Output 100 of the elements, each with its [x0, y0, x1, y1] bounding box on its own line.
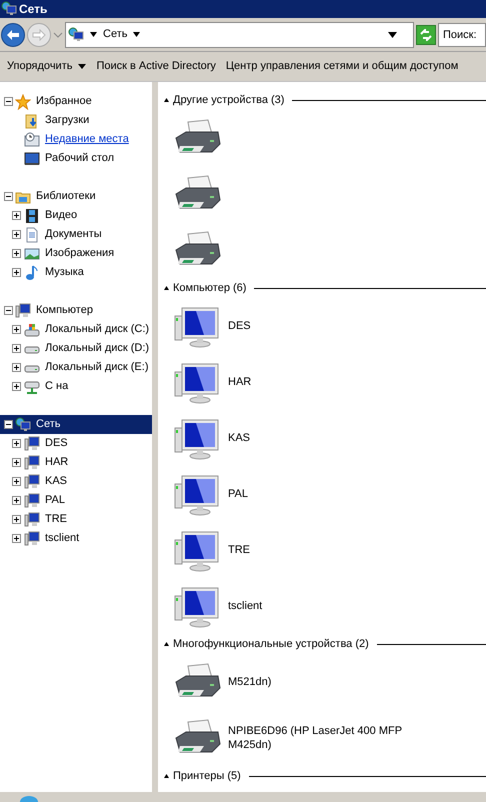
expand-icon[interactable]	[12, 458, 21, 467]
network-device[interactable]: tsclient	[164, 578, 486, 634]
collapse-icon[interactable]	[164, 642, 169, 646]
expand-icon[interactable]	[12, 230, 21, 239]
group-header[interactable]: Многофункциональные устройства (2)	[164, 634, 486, 654]
device-name: M521dn)	[228, 675, 272, 689]
computer-icon	[24, 454, 40, 470]
window-title: Сеть	[19, 1, 48, 18]
desktop-icon	[24, 150, 40, 166]
tree-item[interactable]: Музыка	[4, 263, 152, 282]
group-title: Другие устройства (3)	[173, 92, 284, 108]
caret-icon	[78, 64, 86, 69]
device-name: KAS	[228, 431, 252, 445]
network-icon	[20, 796, 38, 802]
network-device[interactable]: TRE	[164, 522, 486, 578]
collapse-icon[interactable]	[164, 98, 169, 102]
tree-item[interactable]: Локальный диск (C:)	[4, 320, 152, 339]
expand-icon[interactable]	[12, 211, 21, 220]
group-header[interactable]: Принтеры (5)	[164, 766, 486, 786]
search-field[interactable]: Поиск:	[438, 22, 486, 46]
tree-item[interactable]: tsclient	[4, 529, 152, 548]
tree-item[interactable]: Избранное	[0, 92, 152, 111]
refresh-icon	[419, 28, 433, 40]
collapse-icon[interactable]	[4, 192, 13, 201]
device-name: PAL	[228, 487, 249, 501]
collapse-icon[interactable]	[4, 97, 13, 106]
network-drive-icon	[24, 378, 40, 394]
back-button[interactable]	[1, 22, 25, 46]
expand-icon[interactable]	[12, 439, 21, 448]
group-header[interactable]: Компьютер (6)	[164, 278, 486, 298]
toolbar-button[interactable]: Поиск в Active Directory	[91, 54, 221, 78]
document-icon	[24, 226, 40, 242]
network-device[interactable]: NPIBE6D96 (HP LaserJet 400 MFP M425dn)	[164, 710, 486, 766]
expand-icon[interactable]	[12, 477, 21, 486]
device-name: NPIBE6D96 (HP LaserJet 400 MFP M425dn)	[228, 724, 403, 752]
tree-item[interactable]: Рабочий стол	[4, 149, 152, 168]
caret-icon	[133, 32, 140, 37]
tree-item[interactable]: TRE	[4, 510, 152, 529]
computer-icon	[24, 436, 40, 452]
expand-icon[interactable]	[12, 344, 21, 353]
device-name: TRE	[228, 543, 251, 557]
expand-icon[interactable]	[12, 515, 21, 524]
tree-item[interactable]: Изображения	[4, 244, 152, 263]
group-title: Принтеры (5)	[173, 768, 241, 784]
tree-item[interactable]: Локальный диск (E:)	[4, 358, 152, 377]
tree-item[interactable]: PAL	[4, 491, 152, 510]
collapse-icon[interactable]	[164, 286, 169, 290]
computer-icon	[15, 302, 31, 318]
dropdown-arrow-icon[interactable]	[388, 32, 397, 38]
tree-item[interactable]: Сеть	[0, 415, 152, 434]
device-name: DES	[228, 319, 252, 333]
tree-item[interactable]: Компьютер	[0, 301, 152, 320]
collapse-icon[interactable]	[164, 774, 169, 778]
network-icon	[1, 1, 17, 17]
network-device[interactable]: PAL	[164, 466, 486, 522]
star-icon	[15, 94, 31, 110]
caret-icon	[90, 32, 97, 37]
expand-icon[interactable]	[12, 382, 21, 391]
address-field[interactable]: Сеть	[65, 22, 414, 48]
tree-item[interactable]: HAR	[4, 453, 152, 472]
tree-item[interactable]: Библиотеки	[0, 187, 152, 206]
network-icon	[15, 416, 31, 432]
music-note-icon	[24, 264, 40, 280]
tree-item[interactable]: Загрузки	[4, 111, 152, 130]
computer-icon	[24, 492, 40, 508]
image-icon	[24, 246, 40, 262]
expand-icon[interactable]	[12, 534, 21, 543]
expand-icon[interactable]	[12, 496, 21, 505]
network-device[interactable]: KAS	[164, 410, 486, 466]
computer-icon	[24, 474, 40, 490]
tree-item[interactable]: KAS	[4, 472, 152, 491]
back-arrow-icon	[6, 28, 20, 40]
tree-item[interactable]: Видео	[4, 206, 152, 225]
network-icon	[68, 26, 84, 42]
computer-icon	[24, 530, 40, 546]
address-path: Сеть	[103, 27, 128, 42]
tree-item[interactable]: Документы	[4, 225, 152, 244]
tree-item[interactable]: С на	[4, 377, 152, 396]
collapse-icon[interactable]	[4, 420, 13, 429]
expand-icon[interactable]	[12, 325, 21, 334]
tree-item[interactable]: Локальный диск (D:)	[4, 339, 152, 358]
network-device[interactable]: HAR	[164, 354, 486, 410]
device-name: HAR	[228, 375, 252, 389]
toolbar-button[interactable]: Упорядочить	[2, 54, 92, 78]
tree-item[interactable]: DES	[4, 434, 152, 453]
group-title: Компьютер (6)	[173, 280, 246, 296]
device-name: tsclient	[228, 599, 264, 613]
expand-icon[interactable]	[12, 363, 21, 372]
group-title: Многофункциональные устройства (2)	[173, 636, 369, 652]
collapse-icon[interactable]	[4, 306, 13, 315]
toolbar-button[interactable]: Центр управления сетями и общим доступом	[220, 54, 464, 78]
tree-item[interactable]: Недавние места	[4, 130, 152, 149]
network-device[interactable]: M521dn)	[164, 654, 486, 710]
computer-icon	[24, 512, 40, 528]
network-device[interactable]: DES	[164, 298, 486, 354]
group-header[interactable]: Другие устройства (3)	[164, 90, 486, 110]
refresh-button[interactable]	[416, 24, 436, 44]
expand-icon[interactable]	[12, 249, 21, 258]
expand-icon[interactable]	[12, 268, 21, 277]
film-icon	[24, 208, 40, 224]
